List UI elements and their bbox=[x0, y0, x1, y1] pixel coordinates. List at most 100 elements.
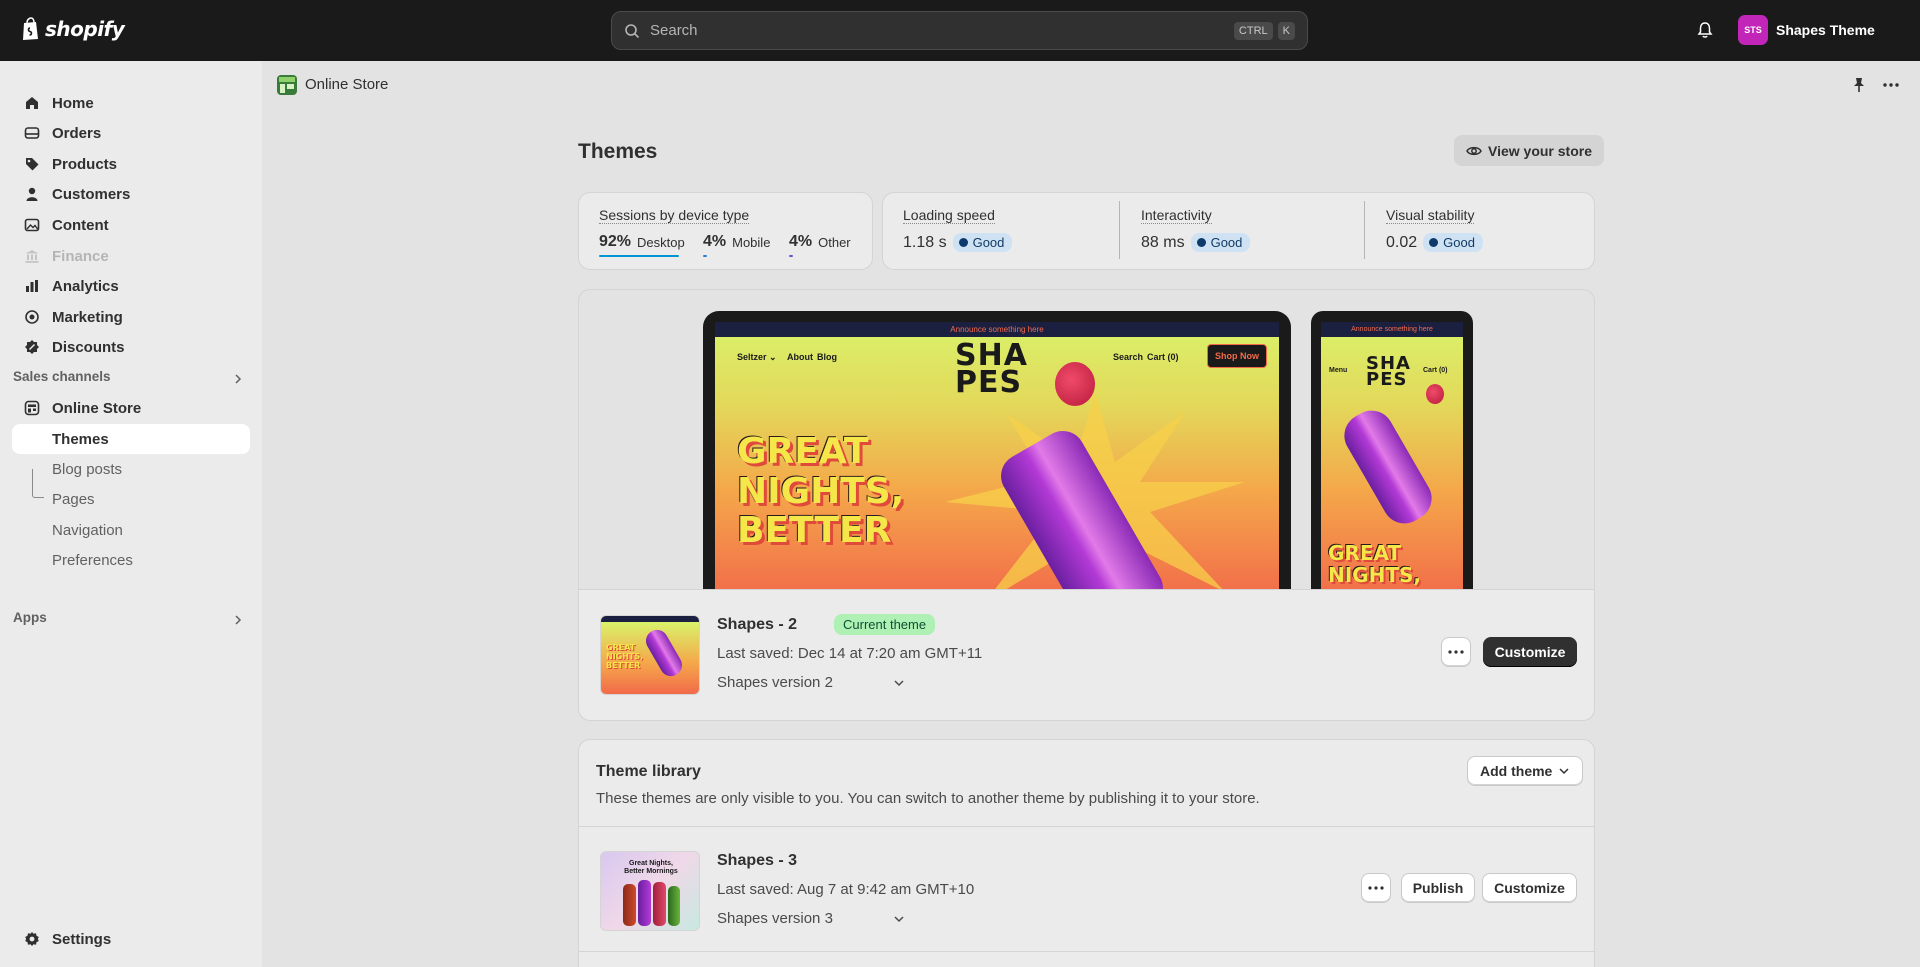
chevron-down-icon bbox=[894, 915, 904, 922]
divider bbox=[579, 951, 1594, 952]
add-theme-button[interactable]: Add theme bbox=[1467, 756, 1584, 786]
sidebar-item-settings[interactable]: Settings bbox=[12, 925, 250, 953]
brand-line: PES bbox=[1366, 369, 1408, 391]
can-image bbox=[653, 882, 666, 926]
preview-brand-logo: SHA PES bbox=[1366, 354, 1411, 391]
sidebar-item-label: Customers bbox=[52, 185, 131, 203]
customize-button[interactable]: Customize bbox=[1482, 873, 1577, 903]
search-placeholder: Search bbox=[650, 22, 698, 39]
shopify-bag-icon bbox=[23, 17, 38, 40]
sessions-card: Sessions by device type 92% Desktop 4% M… bbox=[578, 192, 873, 270]
page-title: Themes bbox=[578, 140, 658, 163]
sidebar-item-label: Online Store bbox=[52, 399, 142, 417]
more-horizontal-icon[interactable] bbox=[1882, 77, 1900, 93]
preview-shop-now: Shop Now bbox=[1207, 344, 1267, 368]
preview-menu: Menu bbox=[1329, 367, 1348, 374]
mobile-bar bbox=[703, 255, 707, 257]
version-dropdown[interactable]: Shapes version 3 bbox=[717, 910, 905, 927]
sessions-label[interactable]: Sessions by device type bbox=[599, 207, 750, 224]
chevron-down-icon bbox=[1559, 768, 1569, 775]
visual-stability-label[interactable]: Visual stability bbox=[1386, 207, 1475, 224]
sidebar-item-analytics[interactable]: Analytics bbox=[12, 272, 250, 300]
view-store-label: View your store bbox=[1488, 142, 1593, 159]
sidebar-item-label: Analytics bbox=[52, 277, 119, 295]
sidebar-item-content[interactable]: Content bbox=[12, 211, 250, 239]
interactivity-label[interactable]: Interactivity bbox=[1141, 207, 1212, 224]
more-actions-button[interactable] bbox=[1361, 873, 1391, 903]
can-image bbox=[638, 880, 651, 926]
avatar: STS bbox=[1738, 15, 1768, 45]
sidebar-subitem-preferences[interactable]: Preferences bbox=[12, 545, 250, 575]
sidebar-item-marketing[interactable]: Marketing bbox=[12, 303, 250, 331]
library-theme-name: Shapes - 3 bbox=[717, 852, 798, 869]
bar-chart-icon bbox=[26, 280, 38, 292]
tag-icon bbox=[26, 158, 39, 171]
metric-value: 88 ms bbox=[1141, 233, 1185, 251]
current-theme-card: GREAT NIGHTS, BETTER Shapes - 2 Current … bbox=[578, 589, 1595, 721]
interactivity-value: 88 ms Good bbox=[1141, 233, 1251, 252]
hero-line: NIGHTS, bbox=[737, 470, 905, 512]
sidebar-item-finance[interactable]: Finance bbox=[12, 242, 250, 270]
pin-icon[interactable] bbox=[1851, 77, 1867, 93]
mobile-screen: Announce something here Menu SHA PES Car… bbox=[1321, 322, 1463, 589]
web-vitals-card: Loading speed 1.18 s Good Interactivity … bbox=[882, 192, 1595, 270]
metric-value: 1.18 s bbox=[903, 233, 947, 251]
theme-library-card: Theme library These themes are only visi… bbox=[578, 739, 1595, 967]
store-icon bbox=[24, 400, 40, 416]
loading-speed-value: 1.18 s Good bbox=[903, 233, 1013, 252]
view-store-button[interactable]: View your store bbox=[1454, 135, 1605, 166]
library-description: These themes are only visible to you. Yo… bbox=[596, 790, 1260, 807]
bank-icon bbox=[25, 250, 39, 263]
last-saved: Last saved: Dec 14 at 7:20 am GMT+11 bbox=[717, 645, 983, 662]
thumb-heading: Great Nights, Better Mornings bbox=[624, 860, 678, 875]
device-name: Other bbox=[818, 234, 851, 250]
sales-channels-title: Sales channels bbox=[13, 369, 111, 384]
search-input[interactable]: Search CTRL K bbox=[611, 11, 1308, 50]
library-theme-thumbnail[interactable]: Great Nights, Better Mornings bbox=[600, 851, 700, 931]
can-image bbox=[668, 886, 680, 926]
sidebar-item-discounts[interactable]: Discounts bbox=[12, 333, 250, 361]
sidebar-subitem-navigation[interactable]: Navigation bbox=[12, 515, 250, 545]
sidebar-item-products[interactable]: Products bbox=[12, 150, 250, 178]
hero-line: GREAT bbox=[737, 431, 869, 472]
customize-button[interactable]: Customize bbox=[1483, 637, 1577, 667]
device-name: Desktop bbox=[637, 234, 685, 250]
device-pct: 4% bbox=[789, 233, 813, 250]
other-bar bbox=[789, 255, 793, 257]
sidebar-item-customers[interactable]: Customers bbox=[12, 180, 250, 208]
sidebar-item-label: Marketing bbox=[52, 308, 123, 326]
preview-brand-logo: SHA PES bbox=[955, 341, 1028, 398]
sidebar-item-online-store[interactable]: Online Store bbox=[12, 394, 250, 422]
sidebar-item-label: Content bbox=[52, 216, 109, 234]
preview-nav-search: Search bbox=[1113, 352, 1144, 362]
sidebar-subitem-themes[interactable]: Themes bbox=[12, 424, 250, 454]
home-icon bbox=[26, 97, 38, 109]
shortcut-key-k: K bbox=[1277, 21, 1295, 40]
version-dropdown[interactable]: Shapes version 2 bbox=[717, 674, 905, 691]
desktop-screen: Announce something here Seltzer ⌄ About … bbox=[715, 322, 1279, 589]
sidebar-item-label: Discounts bbox=[52, 338, 125, 356]
gear-icon bbox=[25, 932, 39, 946]
discount-icon bbox=[25, 340, 39, 354]
loading-speed-label[interactable]: Loading speed bbox=[903, 207, 995, 224]
publish-button[interactable]: Publish bbox=[1401, 873, 1475, 903]
sidebar-subitem-pages[interactable]: Pages bbox=[12, 484, 250, 514]
bell-icon[interactable] bbox=[1696, 21, 1714, 39]
current-theme-name: Shapes - 2 bbox=[717, 616, 798, 633]
shopify-logo[interactable]: shopify bbox=[21, 17, 125, 41]
theme-preview[interactable]: Announce something here Seltzer ⌄ About … bbox=[578, 289, 1595, 589]
sidebar-item-label: Orders bbox=[52, 124, 102, 142]
status-badge: Good bbox=[1423, 233, 1483, 252]
more-actions-button[interactable] bbox=[1441, 637, 1471, 667]
current-theme-thumbnail[interactable]: GREAT NIGHTS, BETTER bbox=[600, 615, 700, 695]
sidebar-subitem-blog-posts[interactable]: Blog posts bbox=[12, 454, 250, 484]
sidebar-item-orders[interactable]: Orders bbox=[12, 119, 250, 147]
chevron-right-icon[interactable] bbox=[232, 373, 244, 385]
desktop-bar bbox=[599, 255, 679, 257]
page-header: Online Store bbox=[262, 61, 1920, 110]
chevron-right-icon[interactable] bbox=[232, 614, 244, 626]
version-label: Shapes version 3 bbox=[717, 910, 833, 927]
sidebar-item-home[interactable]: Home bbox=[12, 89, 250, 117]
account-menu[interactable]: STS Shapes Theme bbox=[1738, 15, 1875, 45]
device-desktop: 92% Desktop bbox=[599, 233, 685, 251]
